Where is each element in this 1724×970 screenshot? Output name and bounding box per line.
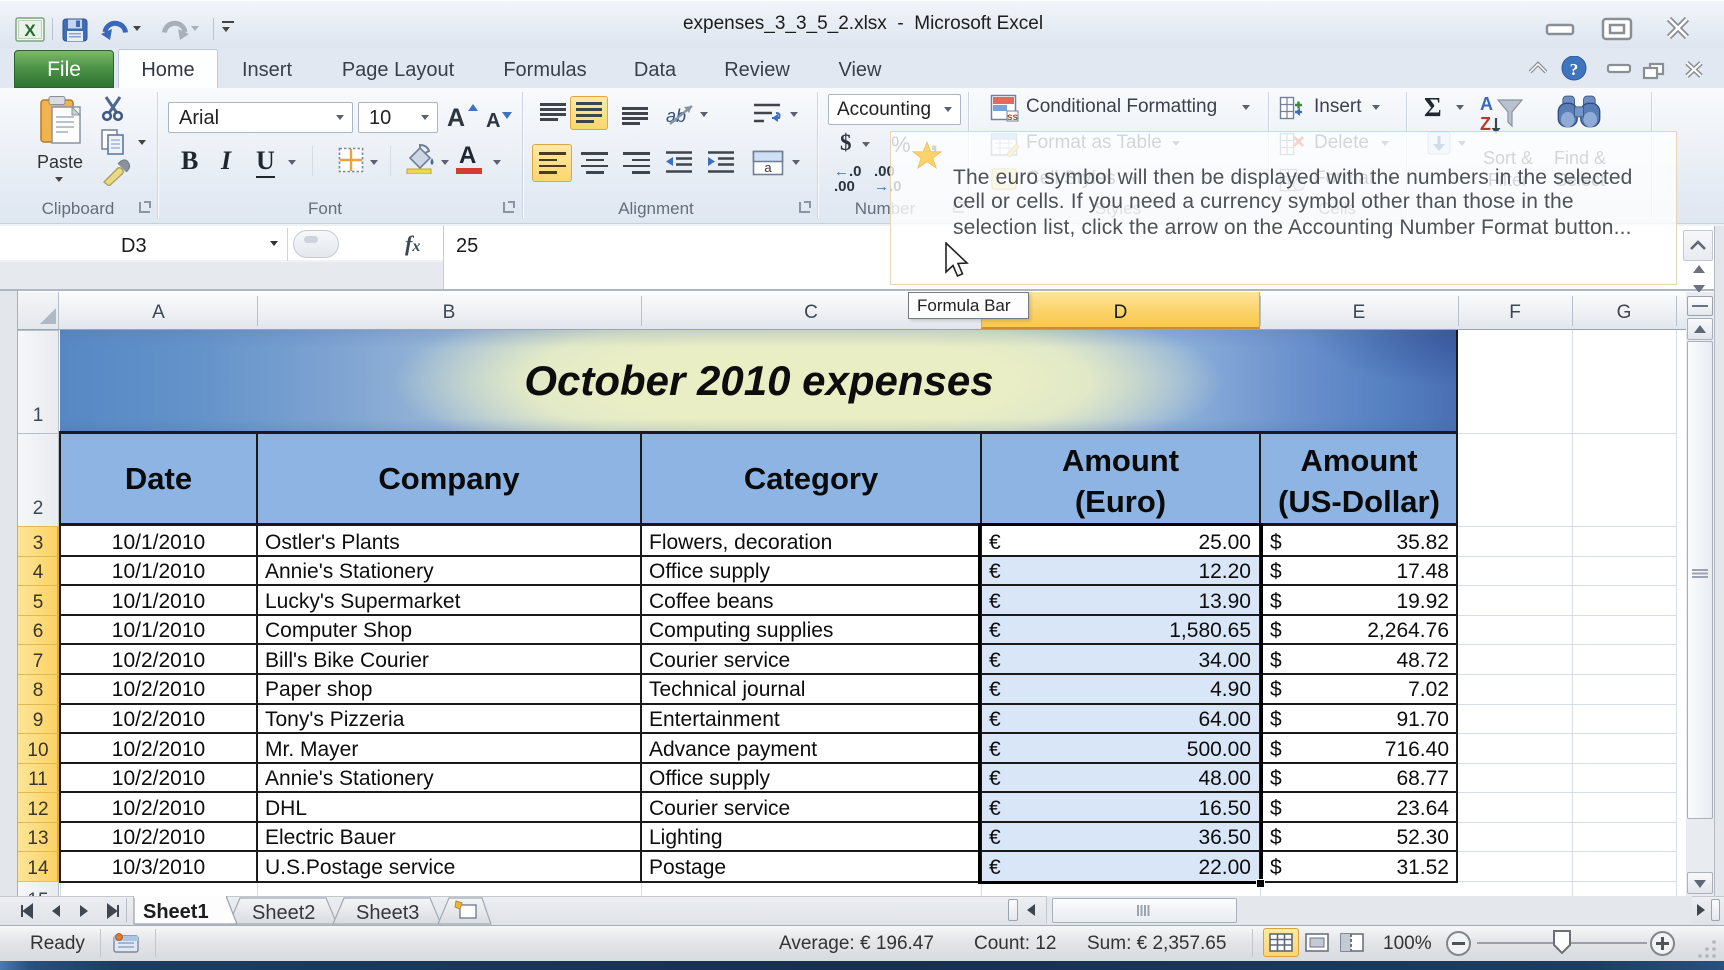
svg-text:a: a: [764, 160, 772, 175]
svg-text:A: A: [1480, 94, 1493, 114]
svg-text:ss: ss: [1007, 112, 1019, 122]
svg-text:X: X: [24, 21, 36, 40]
svg-text:ab: ab: [666, 106, 686, 126]
svg-text:?: ?: [1570, 60, 1579, 79]
